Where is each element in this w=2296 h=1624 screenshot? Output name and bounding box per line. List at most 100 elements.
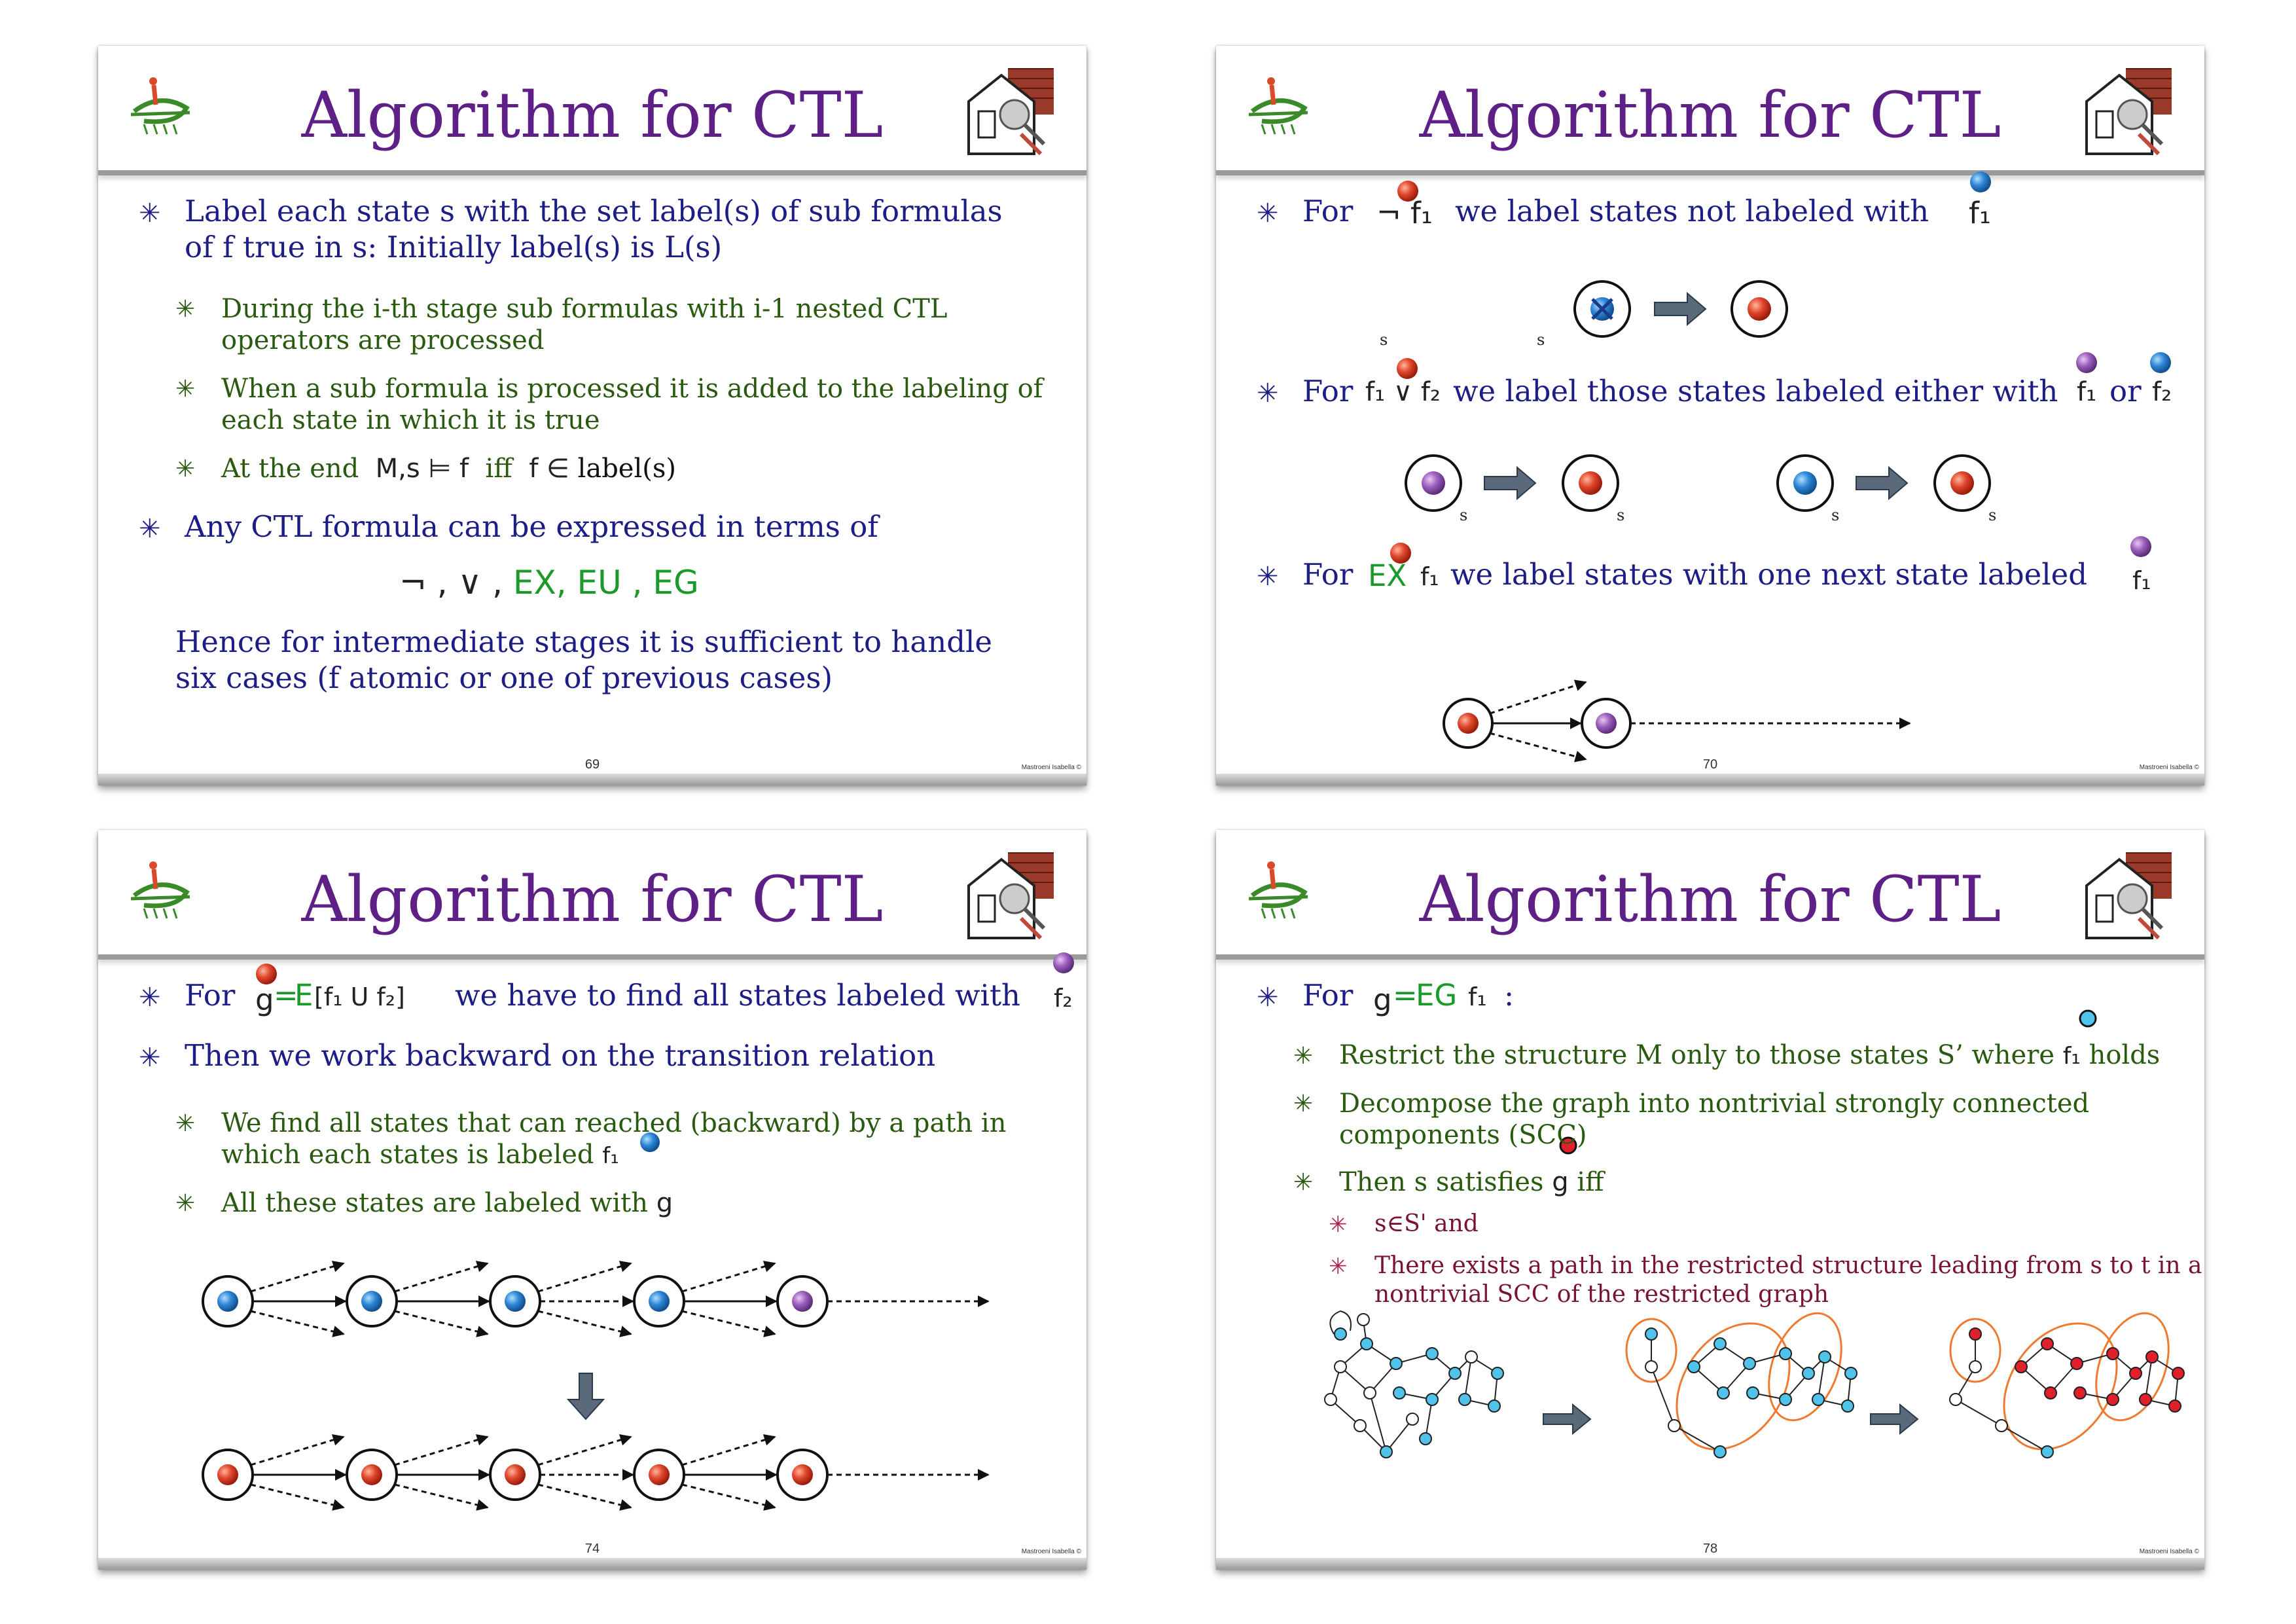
state-blue <box>217 1291 238 1312</box>
f1-label: f₁ <box>2077 377 2097 407</box>
state-purple <box>792 1291 813 1312</box>
eq-sign: = <box>1393 978 1418 1013</box>
bullet-star-icon: ✳ <box>1257 198 1279 228</box>
state-s-label: s <box>1617 506 1625 524</box>
dotted-branch <box>250 1261 345 1293</box>
bullet-for: For <box>1302 374 1354 408</box>
state-purple <box>1422 471 1445 495</box>
building-logo-icon <box>967 68 1054 156</box>
slide-title: Algorithm for CTL <box>301 79 884 152</box>
bullet-star-icon: ✳ <box>1329 1212 1348 1238</box>
slide-69: Algorithm for CTL ✳ Label each state s w… <box>98 46 1086 785</box>
gray-arrow-icon <box>1870 1403 1919 1435</box>
dotted-branch <box>537 1261 632 1293</box>
page-number: 74 <box>584 1542 600 1556</box>
copyright: Mastroeni Isabella © <box>2139 1548 2199 1555</box>
bullet-star-icon: ✳ <box>1257 983 1279 1013</box>
bullet-star-icon: ✳ <box>175 1190 196 1217</box>
gray-arrow-icon <box>1856 465 1909 501</box>
dotted-branch <box>394 1434 489 1466</box>
state-circle <box>1573 280 1631 338</box>
state-red <box>1458 713 1479 734</box>
dotted-branch <box>394 1310 489 1337</box>
footer-bar <box>1216 1558 2204 1570</box>
bullet-for: For <box>185 978 236 1013</box>
state-circle <box>489 1449 541 1501</box>
bullet-star-icon: ✳ <box>139 514 161 544</box>
dotted-branch <box>537 1434 632 1466</box>
state-circle <box>1405 454 1462 512</box>
bullet-for: For <box>1302 978 1354 1013</box>
sub-bullet-text: each state in which it is true <box>221 405 600 435</box>
state-circle <box>346 1449 398 1501</box>
page-number: 69 <box>584 757 600 772</box>
state-chain-bottom <box>202 1434 990 1511</box>
dotted-branch <box>681 1261 776 1293</box>
state-red <box>361 1464 382 1485</box>
state-blue <box>505 1291 526 1312</box>
hence-text: Hence for intermediate stages it is suff… <box>175 624 993 659</box>
bullet-star-icon: ✳ <box>139 1043 161 1073</box>
dotted-transition-arrow <box>1489 732 1587 763</box>
dotted-branch <box>681 1310 776 1337</box>
state-s-label: s <box>1831 506 1840 524</box>
page-number: 78 <box>1702 1542 1718 1556</box>
title-bar: Algorithm for CTL <box>1216 830 2204 960</box>
dotted-branch <box>250 1310 345 1337</box>
footer-bar <box>98 1558 1086 1570</box>
slide-title: Algorithm for CTL <box>301 863 884 936</box>
kripke-graph-labeled <box>1949 1312 2185 1458</box>
dotted-branch <box>681 1483 776 1511</box>
sub-bullet-text: Restrict the structure M only to those s… <box>1339 1040 2161 1070</box>
eu-inner: [f₁ U f₂] <box>314 983 405 1011</box>
dotted-transition-arrow <box>1489 679 1587 715</box>
bullet-star-icon: ✳ <box>175 376 196 403</box>
state-circle <box>1731 280 1788 338</box>
page-number: 70 <box>1702 757 1718 772</box>
state-circle <box>1581 698 1632 749</box>
slide-title: Algorithm for CTL <box>1419 863 2001 936</box>
f1-label: f₁ <box>1468 983 1487 1011</box>
sub-bullet-text: Decompose the graph into nontrivial stro… <box>1339 1089 2090 1119</box>
gray-arrow-icon <box>1543 1403 1592 1435</box>
state-chain-top <box>202 1261 990 1337</box>
sub-bullet-text: At the end M,s ⊨ f iff f ∈ label(s) <box>221 454 676 484</box>
or-word: or <box>2109 374 2142 408</box>
eu-operator: E <box>295 978 314 1013</box>
bullet-star-icon: ✳ <box>1293 1043 1314 1070</box>
sub-sub-bullet-text: s∈S' and <box>1374 1210 1479 1237</box>
bullet-star-icon: ✳ <box>1257 562 1279 592</box>
sub-bullet-text: All these states are labeled with g <box>221 1188 673 1218</box>
slide-74: Algorithm for CTL ✳ For g = E [f₁ U f₂] … <box>98 830 1086 1570</box>
title-bar: Algorithm for CTL <box>98 830 1086 960</box>
state-red <box>1748 297 1771 321</box>
dotted-branch <box>681 1434 776 1466</box>
sub-bullet-text: components (SCC) <box>1339 1120 1587 1150</box>
ex-operator: EX <box>1368 558 1407 593</box>
title-bar: Algorithm for CTL <box>98 46 1086 175</box>
sub-bullet-text: When a sub formula is processed it is ad… <box>221 374 1043 404</box>
slide-title: Algorithm for CTL <box>1419 79 2001 152</box>
kripke-graph-original <box>1324 1310 1504 1458</box>
sub-bullet-text: Then s satisfies g iff <box>1339 1167 1604 1197</box>
cross-mark <box>1591 298 1613 320</box>
building-logo-icon <box>967 852 1054 940</box>
sub-bullet-text: During the i-th stage sub formulas with … <box>221 294 948 324</box>
footer-bar <box>1216 774 2204 785</box>
bullet-text: we label states with one next state labe… <box>1450 557 2088 592</box>
f1-label: f₁ <box>2132 566 2151 595</box>
bullet-text: we have to find all states labeled with <box>455 978 1021 1013</box>
bullet-star-icon: ✳ <box>139 198 161 228</box>
bullet-star-icon: ✳ <box>1293 1091 1314 1117</box>
f2-label: f₂ <box>2152 377 2172 407</box>
state-red <box>1950 471 1974 495</box>
ctl-operators: ¬ , ∨ , EX, EU , EG <box>399 564 699 602</box>
state-s-label: s <box>1460 506 1468 524</box>
gray-arrow-icon <box>1654 291 1707 327</box>
sub-bullet-text: which each states is labeled f₁ <box>221 1140 619 1170</box>
dotted-branch <box>250 1434 345 1466</box>
state-circle <box>633 1449 685 1501</box>
purple-label-dot <box>2076 352 2097 373</box>
g-label: g <box>1373 983 1392 1017</box>
state-blue <box>649 1291 670 1312</box>
